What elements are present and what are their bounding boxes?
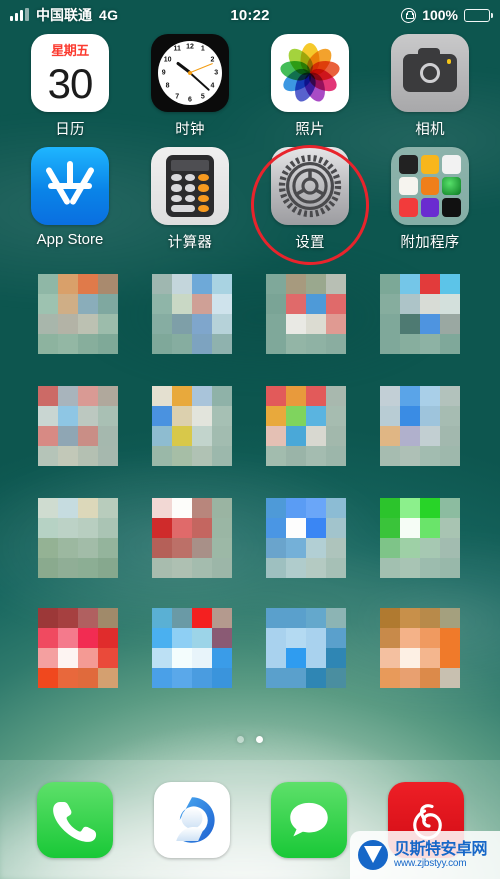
dock-item-messages[interactable] — [270, 781, 347, 858]
app-calendar[interactable]: 星期五 30 日历 — [15, 34, 125, 139]
folder-mini-icon-6 — [442, 176, 461, 196]
folder-mini-icon-5 — [420, 176, 440, 196]
battery-percent: 100% — [422, 7, 458, 23]
blurred-app[interactable] — [152, 386, 232, 466]
watermark-title: 贝斯特安卓网 — [394, 840, 488, 858]
extras-folder-icon[interactable] — [391, 147, 469, 225]
battery-full-icon — [464, 8, 494, 22]
blurred-app[interactable] — [380, 498, 460, 578]
app-label-extras-folder: 附加程序 — [400, 235, 460, 251]
app-grid: 星期五 30 日历 12 1 2 3 4 5 6 7 8 9 10 11 时钟 … — [0, 34, 500, 260]
folder-mini-icon-8 — [420, 198, 440, 217]
app-label-app-store: App Store — [36, 231, 104, 248]
blurred-app[interactable] — [152, 274, 232, 354]
iphone-home-screen: 中国联通 4G 10:22 100% 星期五 30 日历 12 1 2 3 4 … — [0, 0, 500, 879]
blurred-app-rows — [0, 268, 500, 720]
clock-icon[interactable]: 12 1 2 3 4 5 6 7 8 9 10 11 — [151, 34, 229, 112]
blurred-app[interactable] — [38, 386, 118, 466]
blurred-app[interactable] — [266, 274, 346, 354]
app-app-store[interactable]: App Store — [15, 147, 125, 252]
app-label-camera: 相机 — [415, 122, 445, 138]
folder-mini-icon-4 — [399, 176, 418, 196]
camera-lens — [420, 63, 440, 83]
blurred-app[interactable] — [38, 274, 118, 354]
blurred-app[interactable] — [266, 608, 346, 688]
app-settings[interactable]: 设置 — [255, 147, 365, 252]
page-indicator[interactable] — [0, 736, 500, 743]
clock-face: 12 1 2 3 4 5 6 7 8 9 10 11 — [158, 41, 222, 105]
blurred-app[interactable] — [266, 386, 346, 466]
camera-icon[interactable] — [391, 34, 469, 112]
blurred-app[interactable] — [380, 608, 460, 688]
status-bar: 中国联通 4G 10:22 100% — [0, 0, 500, 30]
page-dot-1[interactable] — [237, 736, 244, 743]
camera-body — [403, 48, 457, 92]
blurred-app[interactable] — [38, 498, 118, 578]
dock-item-phone[interactable] — [36, 781, 113, 858]
app-calculator[interactable]: 计算器 — [135, 147, 245, 252]
blurred-app[interactable] — [266, 498, 346, 578]
calculator-keypad — [171, 174, 209, 212]
status-bar-right: 100% — [401, 7, 494, 23]
folder-mini-icon-1 — [399, 155, 418, 174]
calculator-icon[interactable] — [151, 147, 229, 225]
app-store-logo — [44, 161, 96, 209]
app-label-calendar: 日历 — [55, 122, 85, 138]
site-watermark: 贝斯特安卓网 www.zjbstyy.com — [350, 831, 500, 879]
calendar-day: 30 — [47, 59, 94, 107]
calculator-screen — [171, 160, 209, 171]
blurred-app[interactable] — [152, 498, 232, 578]
blurred-app[interactable] — [152, 608, 232, 688]
photos-pinwheel — [278, 42, 342, 105]
photos-icon[interactable] — [271, 34, 349, 112]
app-clock[interactable]: 12 1 2 3 4 5 6 7 8 9 10 11 时钟 — [135, 34, 245, 139]
app-store-icon[interactable] — [31, 147, 109, 225]
rotation-lock-icon — [401, 7, 417, 23]
calculator-body — [166, 155, 214, 217]
app-row-1: 星期五 30 日历 12 1 2 3 4 5 6 7 8 9 10 11 时钟 … — [0, 34, 500, 139]
app-extras-folder[interactable]: 附加程序 — [375, 147, 485, 252]
camera-flash — [446, 59, 451, 64]
app-label-calculator: 计算器 — [167, 235, 213, 251]
folder-mini-icon-3 — [442, 155, 461, 174]
folder-mini-icon-9 — [442, 198, 461, 217]
app-camera[interactable]: 相机 — [375, 34, 485, 139]
dock-item-qq-browser[interactable] — [153, 781, 230, 858]
app-row-2: App Store 计算器 设置 附加程序 — [0, 147, 500, 252]
app-label-settings: 设置 — [295, 235, 325, 251]
app-label-photos: 照片 — [295, 122, 325, 138]
page-dot-2[interactable] — [256, 736, 263, 743]
watermark-text: 贝斯特安卓网 www.zjbstyy.com — [394, 840, 488, 870]
app-photos[interactable]: 照片 — [255, 34, 365, 139]
watermark-url: www.zjbstyy.com — [394, 858, 467, 870]
blurred-app[interactable] — [380, 274, 460, 354]
settings-icon[interactable] — [271, 147, 349, 225]
calendar-icon[interactable]: 星期五 30 — [31, 34, 109, 112]
folder-mini-icon-2 — [420, 155, 440, 174]
folder-mini-icon-7 — [399, 198, 418, 217]
blurred-app[interactable] — [380, 386, 460, 466]
watermark-logo-icon — [358, 840, 388, 870]
app-label-clock: 时钟 — [175, 122, 205, 138]
blurred-app[interactable] — [38, 608, 118, 688]
